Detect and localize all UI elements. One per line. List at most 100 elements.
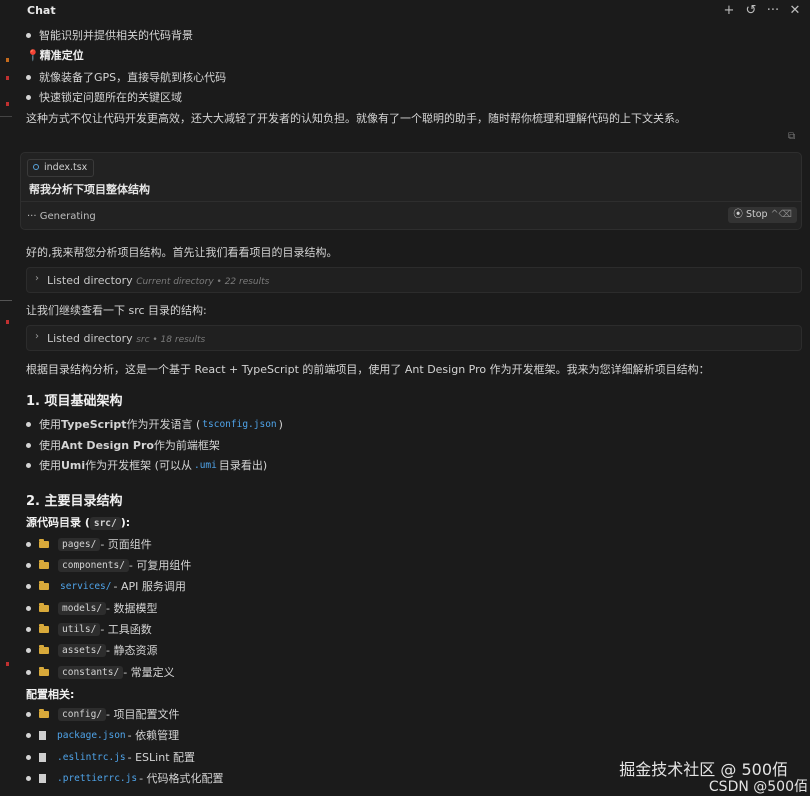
code-link[interactable]: .umi (192, 460, 219, 471)
bullet-dot (26, 421, 31, 427)
folder-icon (39, 559, 49, 569)
divider (21, 201, 801, 202)
history-icon[interactable]: ↺ (744, 2, 758, 18)
bullet-dot (26, 462, 31, 468)
precise-heading: 📍精准定位 (26, 49, 84, 62)
list-item: config/ - 项目配置文件 (26, 706, 180, 722)
folder-icon (39, 602, 49, 612)
inline-code: components/ (58, 558, 129, 572)
bullet-dot (26, 541, 31, 547)
section-heading: 1. 项目基础架构 (26, 394, 123, 409)
chevron-right-icon: › (35, 331, 39, 342)
bullet-dot (26, 32, 31, 38)
list-item: components/ - 可复用组件 (26, 557, 191, 573)
code-link[interactable]: package.json (55, 730, 128, 741)
bullet-dot (26, 583, 31, 589)
folder-icon (39, 580, 49, 590)
list-item-text: 智能识别并提供相关的代码背景 (39, 29, 193, 42)
bullet-dot (26, 605, 31, 611)
gutter-marker (6, 76, 9, 80)
watermark-csdn: CSDN @500佰 (708, 779, 808, 795)
bullet-dot (26, 562, 31, 568)
list-item: models/ - 数据模型 (26, 600, 158, 616)
status-generating: ··· Generating (27, 211, 96, 222)
bullet-dot (26, 754, 31, 760)
inline-code: utils/ (58, 622, 101, 636)
response-paragraph: 根据目录结构分析，这是一个基于 React + TypeScript 的前端项目… (26, 363, 710, 376)
loading-dots-icon: ··· (27, 211, 37, 222)
tool-call-label: Listed directory src • 18 results (47, 332, 206, 345)
list-item: 就像装备了GPS，直接导航到核心代码 (26, 69, 226, 85)
bullet-dot (26, 74, 31, 80)
inline-code: models/ (58, 601, 107, 615)
list-item: package.json - 依赖管理 (26, 727, 179, 743)
list-item: 使用 Ant Design Pro 作为前端框架 (26, 437, 220, 453)
bullet-dot (26, 94, 31, 100)
response-paragraph: 让我们继续查看一下 src 目录的结构: (26, 304, 207, 317)
folder-icon (39, 666, 49, 676)
file-icon (39, 730, 46, 740)
bullet-dot (26, 442, 31, 448)
list-item: 使用 TypeScript 作为开发语言 (tsconfig.json) (26, 416, 283, 432)
list-item: 智能识别并提供相关的代码背景 (26, 27, 193, 43)
subheading-src: 源代码目录 (src/): (26, 516, 131, 530)
folder-icon (39, 623, 49, 633)
response-paragraph: 好的,我来帮您分析项目结构。首先让我们看看项目的目录结构。 (26, 246, 338, 259)
code-link[interactable]: .prettierrc.js (55, 773, 139, 784)
code-link[interactable]: tsconfig.json (200, 419, 278, 430)
inline-code: constants/ (58, 665, 124, 679)
list-item: constants/ - 常量定义 (26, 664, 175, 680)
list-item: .eslintrc.js - ESLint 配置 (26, 749, 195, 765)
folder-icon (39, 538, 49, 548)
close-icon[interactable]: ✕ (788, 2, 802, 18)
panel-title: Chat (27, 4, 56, 17)
gutter-marker (6, 320, 9, 324)
chevron-right-icon: › (35, 273, 39, 284)
tool-call-listed-directory[interactable]: › Listed directory src • 18 results (26, 325, 802, 351)
stop-button[interactable]: ⦿ Stop ^⌫ (728, 207, 797, 223)
copy-icon[interactable]: ⧉ (788, 131, 795, 142)
bullet-dot (26, 669, 31, 675)
gutter-marker (6, 102, 9, 106)
file-icon (39, 752, 46, 762)
bullet-dot (26, 711, 31, 717)
inline-code: assets/ (58, 643, 107, 657)
list-item: utils/ - 工具函数 (26, 621, 152, 637)
user-prompt: 帮我分析下项目整体结构 (29, 183, 150, 196)
plus-icon[interactable]: + (722, 2, 736, 18)
more-icon[interactable]: ··· (766, 2, 780, 18)
gutter-marker (6, 662, 9, 666)
inline-code: pages/ (58, 537, 101, 551)
bullet-dot (26, 775, 31, 781)
bullet-dot (26, 626, 31, 632)
bullet-dot (26, 647, 31, 653)
list-item: .prettierrc.js - 代码格式化配置 (26, 770, 224, 786)
file-icon (39, 773, 46, 783)
inline-code: src/ (89, 517, 121, 530)
list-item-text: 快速锁定问题所在的关键区域 (39, 91, 182, 104)
stop-icon: ⦿ (733, 209, 743, 220)
gutter-line (0, 116, 12, 117)
list-item: 使用 Umi 作为开发框架 (可以从 .umi 目录看出) (26, 457, 267, 473)
gutter-marker (6, 58, 9, 62)
section-heading: 2. 主要目录结构 (26, 494, 123, 509)
list-item: services/ - API 服务调用 (26, 578, 186, 594)
tool-call-listed-directory[interactable]: › Listed directory Current directory • 2… (26, 267, 802, 293)
file-chip[interactable]: index.tsx (27, 159, 95, 177)
code-link[interactable]: services/ (58, 581, 113, 592)
chat-header: Chat + ↺ ··· ✕ (0, 0, 810, 22)
tool-call-label: Listed directory Current directory • 22 … (47, 274, 270, 287)
list-item: pages/ - 页面组件 (26, 536, 152, 552)
list-item: assets/ - 静态资源 (26, 642, 158, 658)
folder-icon (39, 644, 49, 654)
context-card: index.tsx 帮我分析下项目整体结构 ··· Generating ⦿ S… (20, 152, 802, 230)
folder-icon (39, 708, 49, 718)
list-item-text: 就像装备了GPS，直接导航到核心代码 (39, 71, 227, 84)
inline-code: config/ (58, 707, 107, 721)
summary-paragraph: 这种方式不仅让代码开发更高效，还大大减轻了开发者的认知负担。就像有了一个聪明的助… (26, 112, 686, 125)
header-actions: + ↺ ··· ✕ (722, 2, 802, 18)
code-link[interactable]: .eslintrc.js (55, 752, 128, 763)
gutter-line (0, 300, 12, 301)
pin-icon: 📍 (26, 49, 40, 62)
editor-gutter (0, 0, 12, 796)
